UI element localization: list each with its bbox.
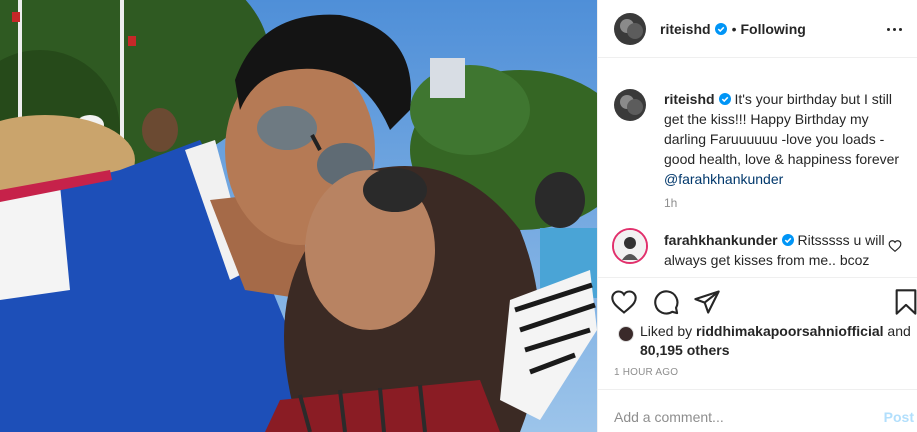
add-comment-bar: Add a comment... Post <box>598 389 917 432</box>
verified-badge-icon <box>781 234 794 246</box>
avatar[interactable] <box>614 12 646 45</box>
following-button[interactable]: Following <box>740 21 805 37</box>
more-options-icon[interactable] <box>882 20 906 38</box>
like-comment-heart-icon[interactable] <box>888 239 902 253</box>
comment-text: farahkhankunder Ritsssss u will always g… <box>664 230 909 270</box>
liker-username[interactable]: riddhimakapoorsahniofficial <box>696 323 883 339</box>
avatar[interactable] <box>612 228 648 264</box>
heart-icon[interactable] <box>610 288 638 316</box>
mention-link[interactable]: @farahkhankunder <box>664 171 783 187</box>
avatar[interactable] <box>614 89 646 121</box>
likes-prefix: Liked by <box>640 323 697 339</box>
comment-icon[interactable] <box>652 288 680 316</box>
post-comment-button[interactable]: Post <box>884 409 914 425</box>
share-icon[interactable] <box>693 288 721 316</box>
likes-and: and <box>883 323 911 339</box>
comment-username[interactable]: farahkhankunder <box>664 232 778 248</box>
post-photo[interactable] <box>0 0 597 432</box>
post-sidebar: riteishd • Following riteishd It's your … <box>597 0 917 432</box>
author-username[interactable]: riteishd <box>660 21 711 37</box>
likes-text: Liked by riddhimakapoorsahniofficial and… <box>640 322 917 360</box>
verified-badge-icon <box>718 93 731 105</box>
separator-dot: • <box>731 20 737 37</box>
selfie-image <box>0 0 597 432</box>
action-bar <box>598 277 917 327</box>
bookmark-icon[interactable] <box>892 288 917 316</box>
likes-count[interactable]: 80,195 others <box>640 342 730 358</box>
caption-text: riteishd It's your birthday but I still … <box>664 89 909 189</box>
caption-time[interactable]: 1h <box>664 196 677 210</box>
comments-section: riteishd It's your birthday but I still … <box>598 59 917 277</box>
verified-badge-icon <box>714 22 727 35</box>
liker-avatar[interactable] <box>618 326 634 342</box>
post-header: riteishd • Following <box>598 0 917 58</box>
comment-input[interactable]: Add a comment... <box>614 409 724 425</box>
caption-username[interactable]: riteishd <box>664 91 715 107</box>
post-timestamp[interactable]: 1 HOUR AGO <box>614 367 678 378</box>
